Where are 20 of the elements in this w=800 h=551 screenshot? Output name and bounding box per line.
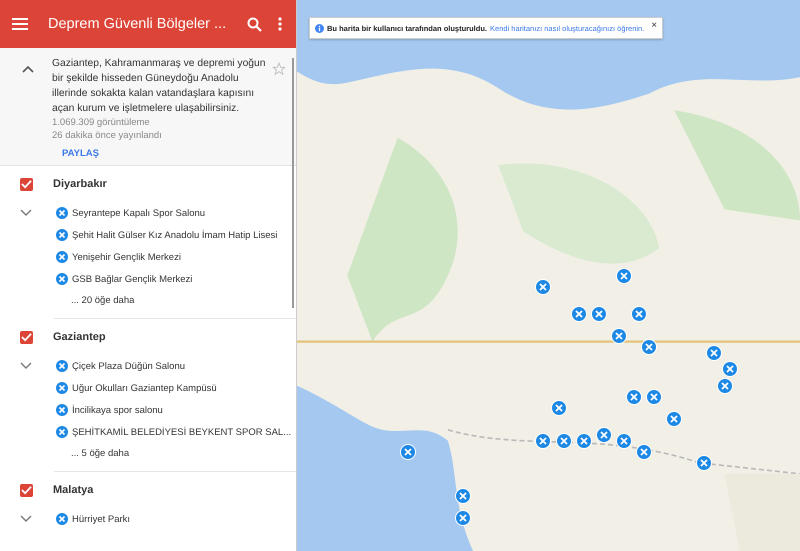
more-items-link[interactable]: ... 20 öğe daha	[71, 290, 296, 312]
layer-name: Diyarbakır	[53, 178, 107, 190]
map-description: Gaziantep, Kahramanmaraş ve depremi yoğun bir şekilde hisseden Güneydoğu Anadolu illerinde sokakta kalan vatandaşlara kapısını açan kurum ve işletmelere ulaşabilirsiniz.	[52, 57, 266, 116]
layer-name: Malatya	[53, 484, 94, 496]
place-item[interactable]: Çiçek Plaza Düğün Salonu	[56, 355, 296, 377]
place-item[interactable]: ŞEHİTKAMİL BELEDİYESİ BEYKENT SPOR SAL...	[56, 421, 296, 443]
place-item[interactable]: İncilikaya spor salonu	[56, 399, 296, 421]
published-time: 26 dakika önce yayınlandı	[52, 129, 163, 142]
place-item[interactable]: GSB Bağlar Gençlik Merkezi	[56, 268, 296, 290]
place-item[interactable]: Uğur Okulları Gaziantep Kampüsü	[56, 377, 296, 399]
map-title: Deprem Güvenli Bölgeler ...	[48, 16, 228, 32]
place-item[interactable]: Seyrantepe Kapalı Spor Salonu	[56, 202, 296, 224]
place-item[interactable]: Hürriyet Parkı	[56, 508, 296, 530]
view-count: 1.069.309 görüntüleme	[52, 116, 151, 129]
layer-name: Gaziantep	[53, 331, 106, 343]
more-items-link[interactable]: ... 5 öğe daha	[71, 443, 296, 465]
close-button[interactable]: ×	[647, 21, 658, 35]
place-item[interactable]: Yenişehir Gençlik Merkezi	[56, 246, 296, 268]
share-link[interactable]: PAYLAŞ	[60, 146, 101, 161]
place-item[interactable]: Şehit Halit Gülser Kız Anadolu İmam Hatip Lisesi	[56, 224, 296, 246]
